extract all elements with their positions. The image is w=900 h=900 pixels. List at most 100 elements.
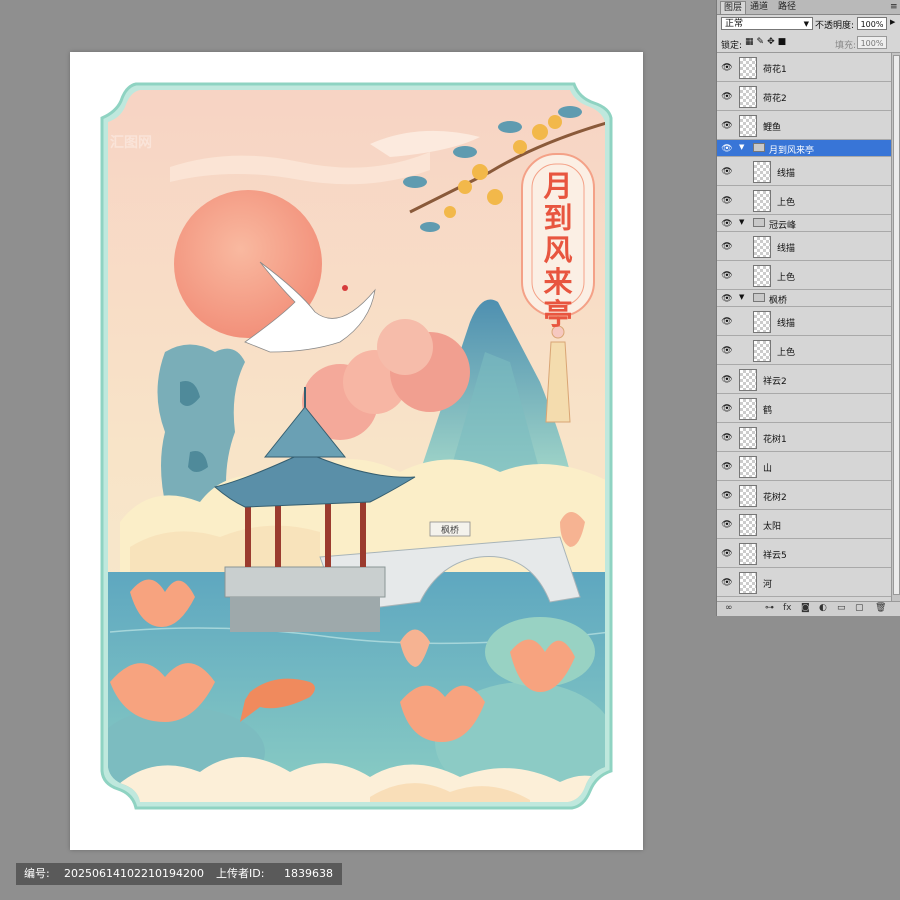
layer-name: 祥云5 xyxy=(763,550,787,561)
visibility-eye-icon[interactable]: 👁 xyxy=(721,121,733,131)
expand-triangle-icon[interactable]: ▼ xyxy=(739,218,744,226)
layer-row[interactable]: 👁 上色 xyxy=(717,261,891,290)
visibility-eye-icon[interactable]: 👁 xyxy=(721,375,733,385)
visibility-eye-icon[interactable]: 👁 xyxy=(721,271,733,281)
layer-thumbnail xyxy=(753,339,771,362)
layer-name: 上色 xyxy=(777,347,796,358)
layer-thumbnail xyxy=(739,368,757,391)
fx-icon[interactable]: fx xyxy=(783,603,792,613)
layer-row[interactable]: 👁 鲤鱼 xyxy=(717,111,891,140)
lock-transparent-icon[interactable]: ▦ xyxy=(745,37,757,47)
layer-row[interactable]: 👁 花树2 xyxy=(717,481,891,510)
layer-thumbnail xyxy=(753,310,771,333)
visibility-eye-icon[interactable]: 👁 xyxy=(721,520,733,530)
layer-name: 鲤鱼 xyxy=(763,122,782,133)
layer-name: 花树2 xyxy=(763,492,787,503)
layer-row[interactable]: 👁 荷花2 xyxy=(717,82,891,111)
visibility-eye-icon[interactable]: 👁 xyxy=(721,317,733,327)
caption-bar: 编号: 20250614102210194200 上传者ID: 1839638 xyxy=(16,863,342,885)
layer-thumbnail xyxy=(739,542,757,565)
folder-icon xyxy=(753,293,765,302)
visibility-eye-icon[interactable]: 👁 xyxy=(721,242,733,252)
layer-row[interactable]: 👁 线描 xyxy=(717,232,891,261)
artboard[interactable]: 月到风来亭 枫桥 汇图网 xyxy=(70,52,643,850)
visibility-eye-icon[interactable]: 👁 xyxy=(721,63,733,73)
adjustment-icon[interactable]: ◐ xyxy=(819,603,827,613)
layer-list: 👁 荷花1 👁 荷花2 👁 鲤鱼 👁 ▼ 月到风来亭 👁 线描 👁 上色 👁 ▼ 冠云峰 👁 线描 👁 上色 👁 ▼ 枫桥 👁… xyxy=(717,53,900,601)
blend-mode-value: 正常 xyxy=(725,19,744,29)
link-icon[interactable]: ⊶ xyxy=(765,603,774,613)
layer-row[interactable]: 👁 河 xyxy=(717,568,891,597)
layer-row[interactable]: 👁 鹤 xyxy=(717,394,891,423)
layer-name: 河 xyxy=(763,579,773,590)
layer-name: 上色 xyxy=(777,272,796,283)
visibility-eye-icon[interactable]: 👁 xyxy=(721,196,733,206)
new-group-icon[interactable]: ▭ xyxy=(837,603,846,613)
layer-name: 冠云峰 xyxy=(769,220,797,231)
layer-row[interactable]: 👁 山 xyxy=(717,452,891,481)
visibility-eye-icon[interactable]: 👁 xyxy=(721,144,733,154)
layer-group-row[interactable]: 👁 ▼ 枫桥 xyxy=(717,290,891,307)
layer-thumbnail xyxy=(739,397,757,420)
lock-all-icon[interactable]: ■ xyxy=(778,37,790,47)
bridge-plaque-text: 枫桥 xyxy=(440,526,459,536)
layer-name: 上色 xyxy=(777,197,796,208)
layer-row[interactable]: 👁 荷花1 xyxy=(717,53,891,82)
id-label: 编号: xyxy=(24,867,50,880)
layer-group-row[interactable]: 👁 ▼ 月到风来亭 xyxy=(717,140,891,157)
visibility-eye-icon[interactable]: 👁 xyxy=(721,167,733,177)
opacity-input[interactable]: 100% xyxy=(857,17,887,30)
layers-panel: 图层 通道 路径 ≡ 正常 ▼ 不透明度: 100% ▶ 锁定: ▦✎✥■ 填充… xyxy=(716,0,900,616)
mask-icon[interactable]: ◙ xyxy=(801,603,810,613)
layer-name: 山 xyxy=(763,463,773,474)
layer-row[interactable]: 👁 线描 xyxy=(717,157,891,186)
visibility-eye-icon[interactable]: 👁 xyxy=(721,346,733,356)
link-layers-icon[interactable]: ∞ xyxy=(725,603,733,613)
layer-row[interactable]: 👁 花树1 xyxy=(717,423,891,452)
fill-label: 填充: xyxy=(835,41,857,51)
panel-menu-icon[interactable]: ≡ xyxy=(887,1,900,13)
visibility-eye-icon[interactable]: 👁 xyxy=(721,462,733,472)
layer-group-row[interactable]: 👁 ▼ 冠云峰 xyxy=(717,215,891,232)
layer-row[interactable]: 👁 上色 xyxy=(717,336,891,365)
scrollbar-thumb[interactable] xyxy=(893,55,900,595)
visibility-eye-icon[interactable]: 👁 xyxy=(721,219,733,229)
opacity-label: 不透明度: xyxy=(815,21,855,31)
layer-row[interactable]: 👁 祥云2 xyxy=(717,365,891,394)
visibility-eye-icon[interactable]: 👁 xyxy=(721,404,733,414)
visibility-eye-icon[interactable]: 👁 xyxy=(721,549,733,559)
layer-name: 鹤 xyxy=(763,405,773,416)
layer-thumbnail xyxy=(753,160,771,183)
lock-icons[interactable]: ▦✎✥■ xyxy=(745,37,789,47)
layer-name: 线描 xyxy=(777,243,796,254)
visibility-eye-icon[interactable]: 👁 xyxy=(721,294,733,304)
lock-paint-icon[interactable]: ✎ xyxy=(757,37,768,47)
tab-layers[interactable]: 图层 xyxy=(720,1,747,14)
lock-move-icon[interactable]: ✥ xyxy=(767,37,778,47)
opacity-arrow-icon[interactable]: ▶ xyxy=(890,18,895,26)
expand-triangle-icon[interactable]: ▼ xyxy=(739,293,744,301)
layer-name: 荷花2 xyxy=(763,93,787,104)
visibility-eye-icon[interactable]: 👁 xyxy=(721,491,733,501)
layer-thumbnail xyxy=(739,513,757,536)
layer-name: 祥云2 xyxy=(763,376,787,387)
id-value: 20250614102210194200 xyxy=(64,867,204,880)
layer-row[interactable]: 👁 上色 xyxy=(717,186,891,215)
tab-paths[interactable]: 路径 xyxy=(775,1,799,13)
visibility-eye-icon[interactable]: 👁 xyxy=(721,578,733,588)
visibility-eye-icon[interactable]: 👁 xyxy=(721,433,733,443)
scrollbar[interactable] xyxy=(891,53,900,601)
fill-input[interactable]: 100% xyxy=(857,36,887,49)
trash-icon[interactable]: 🗑 xyxy=(875,603,886,613)
blend-mode-select[interactable]: 正常 ▼ xyxy=(721,17,813,30)
new-layer-icon[interactable]: ▢ xyxy=(855,603,864,613)
layer-row[interactable]: 👁 太阳 xyxy=(717,510,891,539)
tab-channels[interactable]: 通道 xyxy=(747,1,771,13)
layer-thumbnail xyxy=(739,114,757,137)
layer-row[interactable]: 👁 线描 xyxy=(717,307,891,336)
watermark: 汇图网 xyxy=(110,135,152,151)
expand-triangle-icon[interactable]: ▼ xyxy=(739,143,744,151)
layer-thumbnail xyxy=(753,189,771,212)
visibility-eye-icon[interactable]: 👁 xyxy=(721,92,733,102)
layer-row[interactable]: 👁 祥云5 xyxy=(717,539,891,568)
